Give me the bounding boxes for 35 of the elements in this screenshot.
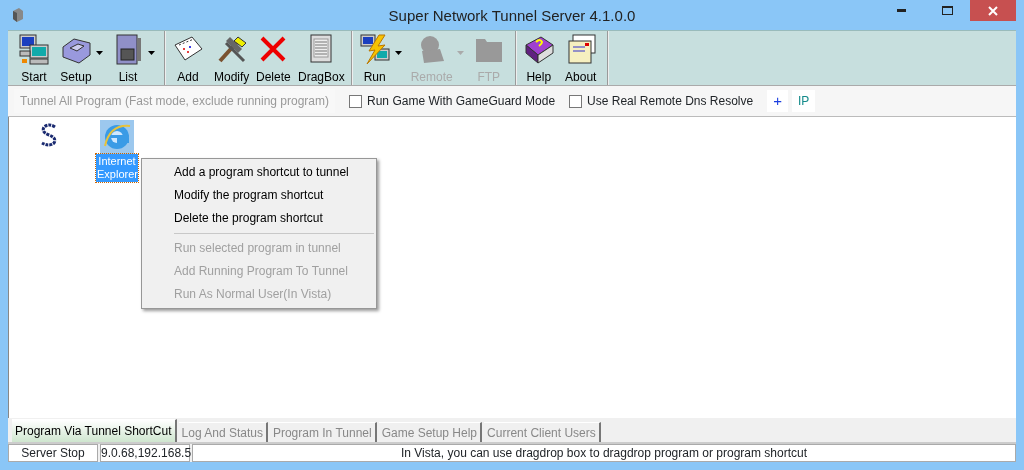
dropdown-arrow-icon[interactable] <box>96 51 103 55</box>
toolbar-button[interactable]: List <box>109 31 161 86</box>
toolbar-button[interactable]: Run <box>355 31 408 86</box>
network-bolt-icon <box>358 33 391 65</box>
close-icon <box>988 5 998 16</box>
maximize-icon <box>941 6 953 15</box>
status-panel: In Vista, you can use dragdrop box to dragdrop program or program shortcut <box>192 444 1016 462</box>
computers-icon <box>18 33 50 65</box>
ip-button[interactable]: IP <box>791 90 816 112</box>
dropdown-arrow-icon[interactable] <box>148 51 155 55</box>
checkbox-label: Run Game With GameGuard Mode <box>367 93 556 110</box>
checkbox-label: Use Real Remote Dns Resolve <box>587 93 754 110</box>
toolbar-button[interactable]: Start <box>15 31 57 86</box>
app-icon <box>10 7 24 23</box>
toolbar-button[interactable]: Help <box>519 31 562 86</box>
toolbar-button[interactable]: Modify <box>211 31 253 86</box>
toolbar-button[interactable]: Setup <box>57 31 109 86</box>
menu-item[interactable]: Delete the program shortcut <box>169 207 374 230</box>
tab[interactable]: Program Via Tunnel ShortCut <box>12 419 177 442</box>
minimize-icon <box>896 9 906 12</box>
toolbar-button[interactable]: About <box>561 31 604 86</box>
letter-s-icon[interactable] <box>39 123 59 147</box>
dropdown-arrow-icon[interactable] <box>394 51 402 55</box>
checkbox[interactable] <box>569 94 583 108</box>
add-button[interactable]: + <box>767 90 788 112</box>
close-button[interactable] <box>970 0 1016 21</box>
checkbox[interactable] <box>349 94 363 108</box>
menu-item[interactable]: Modify the program shortcut <box>169 184 374 207</box>
status-panel: Server Stop <box>8 444 98 462</box>
toolbar-button[interactable]: Add <box>169 31 211 86</box>
window-title: Super Network Tunnel Server 4.1.0.0 <box>387 6 637 26</box>
status-panel: 9.0.68,192.168.5 <box>100 444 190 462</box>
toolbar-button[interactable]: Delete <box>253 31 295 86</box>
menu-item[interactable]: Add a program shortcut to tunnel <box>169 161 374 184</box>
toolbar-button[interactable]: DragBox <box>295 31 348 86</box>
